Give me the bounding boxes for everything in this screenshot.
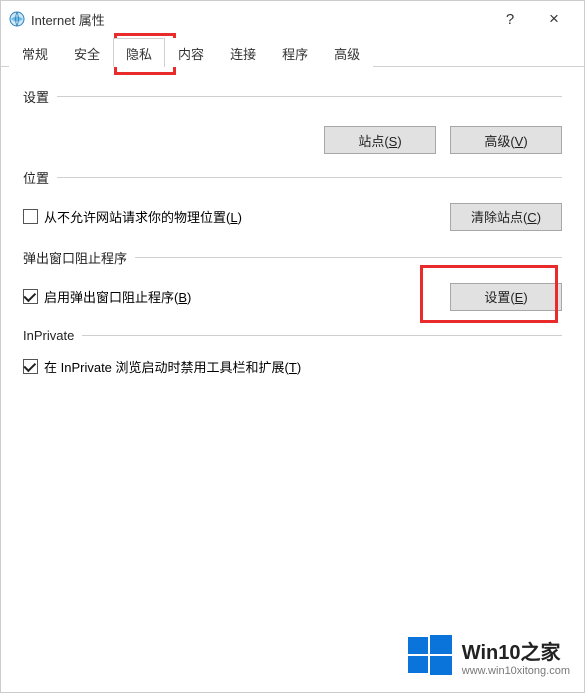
section-location-header: 位置 [23,168,562,187]
tab-advanced[interactable]: 高级 [321,38,373,67]
help-button[interactable]: ? [488,3,532,35]
tab-connections[interactable]: 连接 [217,38,269,67]
tab-strip: 常规 安全 隐私 内容 连接 程序 高级 [1,37,584,67]
section-settings-label: 设置 [23,87,49,106]
location-checkbox-row[interactable]: 从不允许网站请求你的物理位置(L) [23,201,242,232]
location-checkbox-label: 从不允许网站请求你的物理位置(L) [44,207,242,226]
inprivate-checkbox[interactable] [23,359,38,374]
clear-sites-button[interactable]: 清除站点(C) [450,203,562,231]
divider [135,257,562,258]
tab-panel-privacy: 设置 站点(S) 高级(V) 位置 从不允许网站请求你的物理位置(L) 清除站点… [1,67,584,394]
titlebar: Internet 属性 ? × [1,1,584,37]
location-checkbox[interactable] [23,209,38,224]
close-button[interactable]: × [532,3,576,35]
section-settings-header: 设置 [23,87,562,106]
watermark: Win10之家 www.win10xitong.com [408,633,570,680]
popup-settings-button[interactable]: 设置(E) [450,283,562,311]
section-popup-label: 弹出窗口阻止程序 [23,248,127,267]
divider [82,335,562,336]
section-location-label: 位置 [23,168,49,187]
popup-checkbox-label: 启用弹出窗口阻止程序(B) [44,287,191,306]
inprivate-checkbox-label: 在 InPrivate 浏览启动时禁用工具栏和扩展(T) [44,357,301,376]
tab-privacy[interactable]: 隐私 [113,38,165,67]
tab-programs[interactable]: 程序 [269,38,321,67]
window-title: Internet 属性 [31,10,105,29]
sites-button[interactable]: 站点(S) [324,126,436,154]
divider [57,177,562,178]
section-inprivate-header: InPrivate [23,328,562,343]
tab-security[interactable]: 安全 [61,38,113,67]
section-popup-header: 弹出窗口阻止程序 [23,248,562,267]
internet-options-icon [9,11,25,27]
popup-checkbox[interactable] [23,289,38,304]
tab-general[interactable]: 常规 [9,38,61,67]
inprivate-checkbox-row[interactable]: 在 InPrivate 浏览启动时禁用工具栏和扩展(T) [23,351,562,382]
divider [57,96,562,97]
popup-checkbox-row[interactable]: 启用弹出窗口阻止程序(B) [23,281,191,312]
section-inprivate-label: InPrivate [23,328,74,343]
advanced-button[interactable]: 高级(V) [450,126,562,154]
watermark-url: www.win10xitong.com [462,665,570,677]
tab-content[interactable]: 内容 [165,38,217,67]
windows-logo-icon [408,633,452,680]
watermark-title: Win10之家 [462,636,570,665]
